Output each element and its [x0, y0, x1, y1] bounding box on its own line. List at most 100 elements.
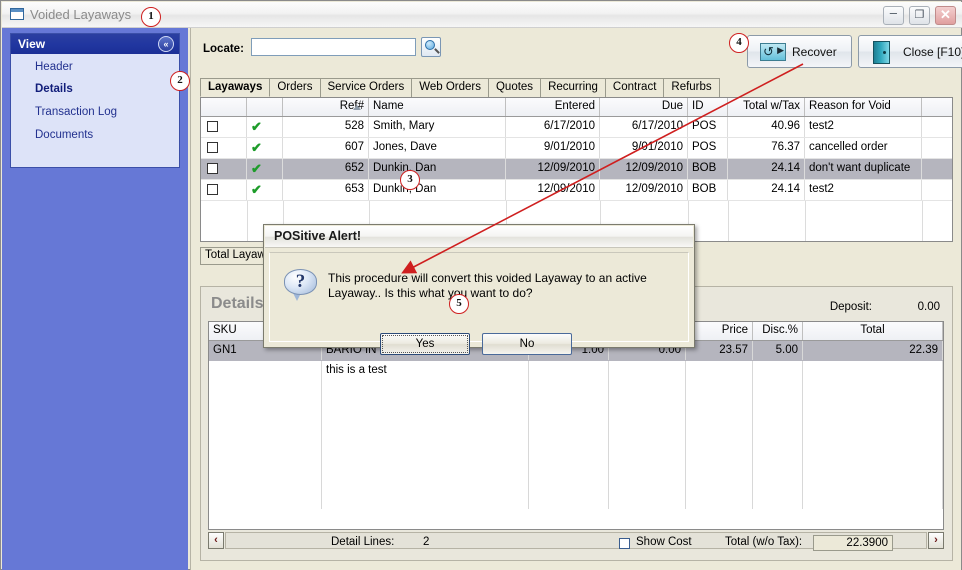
- det-col-price[interactable]: Price: [686, 322, 753, 340]
- scroll-right-button[interactable]: ›: [928, 532, 944, 549]
- row-checkbox[interactable]: [207, 121, 218, 132]
- row-checkbox[interactable]: [207, 142, 218, 153]
- locate-input[interactable]: [251, 38, 416, 56]
- row-check-cell[interactable]: [201, 159, 247, 179]
- col-id[interactable]: ID: [688, 98, 728, 116]
- row-checkbox[interactable]: [207, 184, 218, 195]
- sidebar-item-transaction-log[interactable]: Transaction Log: [35, 106, 117, 118]
- maximize-button[interactable]: ❐: [908, 6, 930, 25]
- annotation-marker-5: 5: [449, 294, 469, 314]
- locate-search-button[interactable]: [421, 37, 441, 57]
- cell-reason: test2: [805, 180, 922, 200]
- total-wo-tax-value: 22.3900: [813, 535, 893, 551]
- annotation-marker-3: 3: [400, 170, 420, 190]
- table-row[interactable]: ✔ 528 Smith, Mary 6/17/2010 6/17/2010 PO…: [201, 117, 952, 138]
- show-cost-checkbox[interactable]: [619, 538, 630, 549]
- cell-total: 24.14: [728, 180, 805, 200]
- annotation-marker-4: 4: [729, 33, 749, 53]
- close-button[interactable]: ✕: [935, 6, 956, 25]
- yes-button[interactable]: Yes: [380, 333, 470, 355]
- col-due[interactable]: Due: [600, 98, 688, 116]
- cell-due: 12/09/2010: [600, 159, 688, 179]
- no-button-label: No: [519, 338, 535, 350]
- tab-service-orders[interactable]: Service Orders: [319, 78, 413, 97]
- scroll-left-button[interactable]: ‹: [208, 532, 224, 549]
- col-total-w-tax[interactable]: Total w/Tax: [728, 98, 805, 116]
- col-name[interactable]: Name: [369, 98, 506, 116]
- table-row[interactable]: ✔ 652 Dunkin, Dan 12/09/2010 12/09/2010 …: [201, 159, 952, 180]
- sidebar-item-header[interactable]: Header: [35, 61, 73, 73]
- col-deposit[interactable]: Deposit: [922, 98, 952, 116]
- cell-name: Dunkin, Dan: [369, 180, 506, 200]
- minimize-button[interactable]: –: [882, 6, 904, 25]
- cell-deposit: -10.00: [922, 117, 952, 137]
- view-panel-header: View «: [11, 34, 179, 54]
- close-f10-button[interactable]: Close [F10]: [858, 35, 962, 68]
- recover-button[interactable]: Recover: [747, 35, 852, 68]
- check-icon: ✔: [251, 140, 262, 155]
- total-wo-tax-label: Total (w/o Tax):: [725, 536, 803, 548]
- window-title: Voided Layaways: [30, 7, 132, 22]
- row-check-cell[interactable]: [201, 117, 247, 137]
- no-button[interactable]: No: [482, 333, 572, 355]
- tab-recurring[interactable]: Recurring: [540, 78, 606, 97]
- layaways-grid-header: Ref# Name Entered Due ID Total w/Tax Rea…: [201, 98, 952, 117]
- cell-reason: cancelled order: [805, 138, 922, 158]
- recover-button-label: Recover: [792, 45, 837, 59]
- cell-deposit: 0.00: [922, 180, 952, 200]
- cell-ref: 528: [283, 117, 369, 137]
- view-panel-title: View: [18, 37, 46, 51]
- annotation-marker-2: 2: [170, 71, 190, 91]
- det-cell-total: 22.39: [803, 341, 943, 360]
- cell-name: Jones, Dave: [369, 138, 506, 158]
- det-fill-desc: [322, 361, 529, 509]
- tab-refurbs[interactable]: Refurbs: [663, 78, 720, 97]
- sidebar: View « Header Details Transaction Log Do…: [2, 28, 188, 570]
- det-cell-price: 23.57: [686, 341, 753, 360]
- cell-reason: test2: [805, 117, 922, 137]
- details-deposit-label: Deposit:: [829, 301, 872, 313]
- annotation-marker-1: 1: [141, 7, 161, 27]
- row-flag-cell: ✔: [247, 159, 283, 179]
- col-entered[interactable]: Entered: [506, 98, 600, 116]
- cell-due: 9/01/2010: [600, 138, 688, 158]
- check-icon: ✔: [251, 182, 262, 197]
- details-grid[interactable]: SKU Price Disc.% Total GN1 BARIO IN WOND…: [208, 321, 944, 530]
- sort-ascending-icon: [353, 105, 361, 110]
- app-root: Voided Layaways – ❐ ✕ View « Header Deta…: [0, 0, 962, 570]
- col-flag: [247, 98, 283, 116]
- table-row[interactable]: ✔ 653 Dunkin, Dan 12/09/2010 12/09/2010 …: [201, 180, 952, 201]
- table-row[interactable]: ✔ 607 Jones, Dave 9/01/2010 9/01/2010 PO…: [201, 138, 952, 159]
- details-deposit-value: 0.00: [917, 301, 940, 313]
- tab-orders[interactable]: Orders: [269, 78, 321, 97]
- row-checkbox[interactable]: [207, 163, 218, 174]
- tab-layaways[interactable]: Layaways: [200, 78, 271, 97]
- tab-quotes[interactable]: Quotes: [487, 78, 542, 97]
- cell-ref: 652: [283, 159, 369, 179]
- row-check-cell[interactable]: [201, 138, 247, 158]
- cell-ref: 653: [283, 180, 369, 200]
- sidebar-item-details[interactable]: Details: [35, 83, 73, 95]
- cell-due: 12/09/2010: [600, 180, 688, 200]
- list-item[interactable]: this is a test: [209, 361, 943, 509]
- tab-web-orders[interactable]: Web Orders: [411, 78, 489, 97]
- det-col-disc[interactable]: Disc.%: [753, 322, 803, 340]
- close-icon: ✕: [940, 7, 951, 22]
- col-reason-for-void[interactable]: Reason for Void: [805, 98, 922, 116]
- row-check-cell[interactable]: [201, 180, 247, 200]
- details-title: Details: [211, 295, 264, 312]
- tab-contract[interactable]: Contract: [604, 78, 665, 97]
- chevron-up-icon[interactable]: «: [158, 36, 174, 52]
- window-controls: – ❐ ✕: [881, 6, 956, 25]
- det-col-total[interactable]: Total: [803, 322, 943, 340]
- question-mark-glyph: ?: [295, 271, 306, 292]
- cell-deposit: 40.00: [922, 138, 952, 158]
- check-icon: ✔: [251, 161, 262, 176]
- show-cost-label[interactable]: Show Cost: [636, 536, 692, 548]
- dialog-title: POSitive Alert!: [265, 226, 693, 248]
- layaways-grid[interactable]: Ref# Name Entered Due ID Total w/Tax Rea…: [200, 97, 953, 242]
- cell-id: BOB: [688, 180, 728, 200]
- sidebar-item-documents[interactable]: Documents: [35, 129, 93, 141]
- magnifier-handle-icon: [434, 48, 440, 54]
- cell-total: 40.96: [728, 117, 805, 137]
